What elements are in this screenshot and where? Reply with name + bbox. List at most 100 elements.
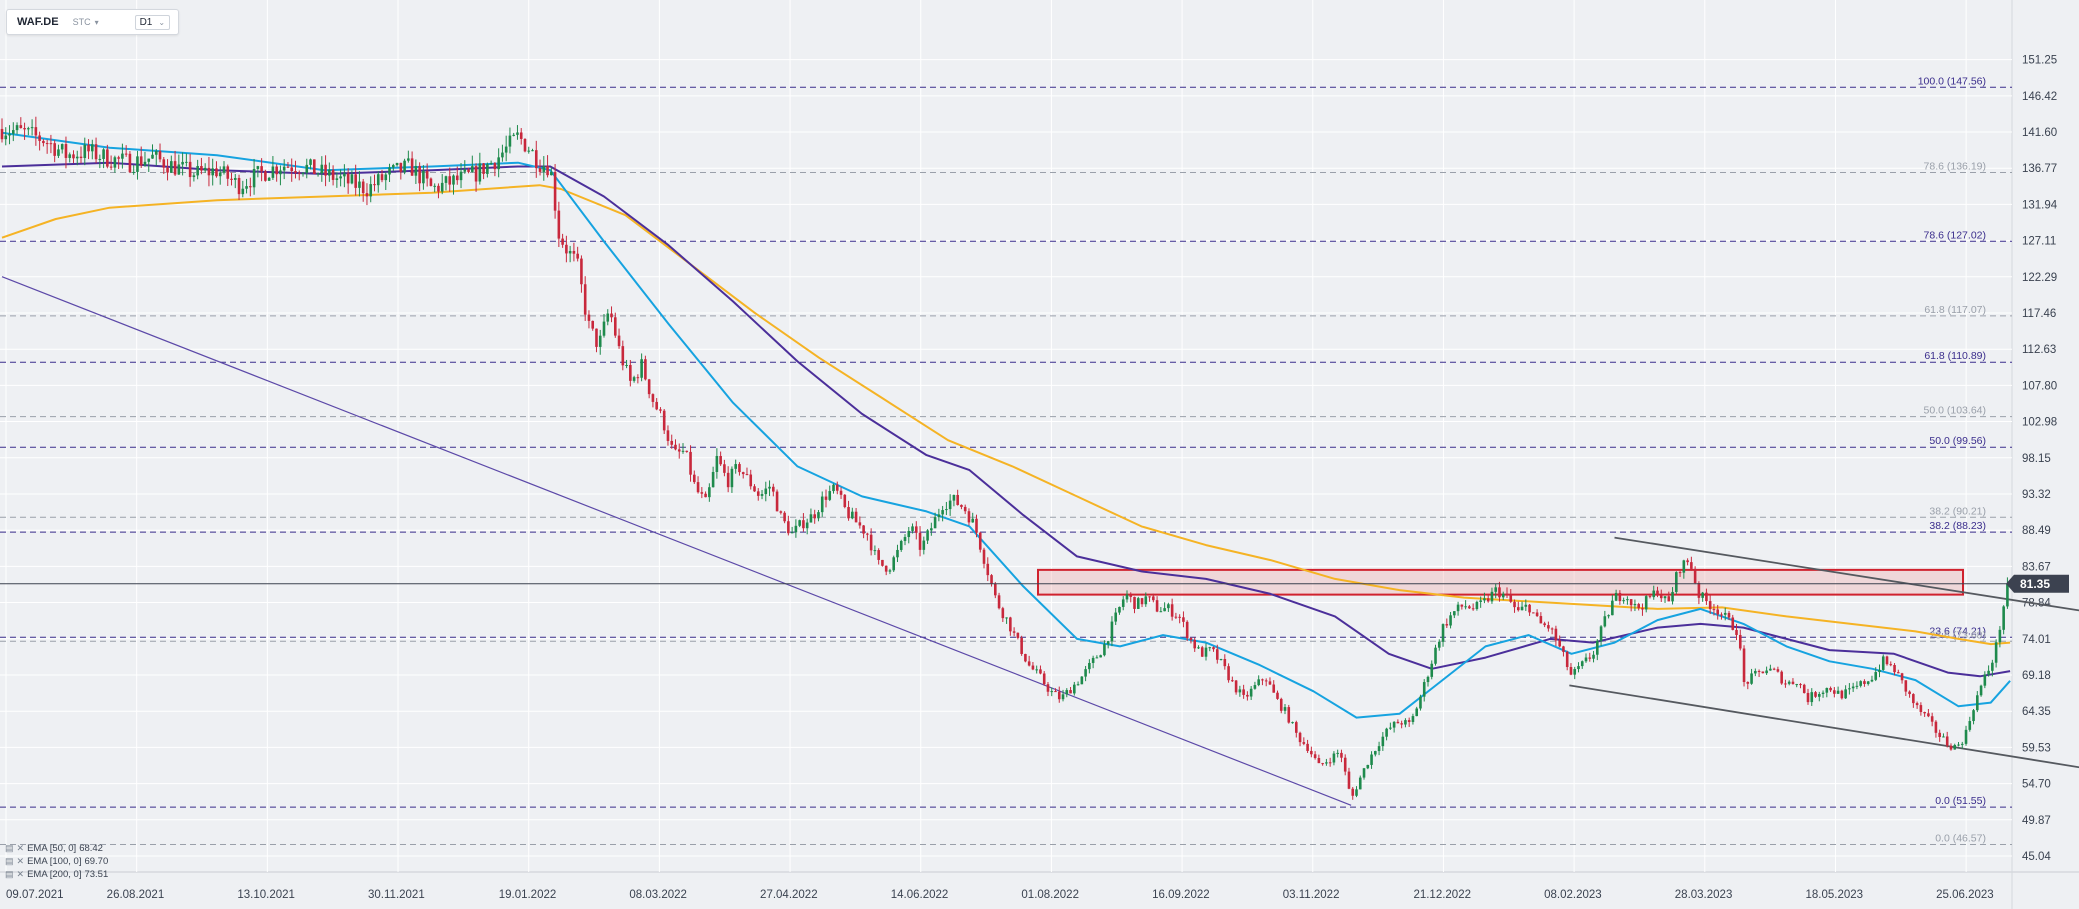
candle-body [1430,663,1434,677]
candle-body [143,161,147,166]
candle-body [756,491,760,496]
candle-body [1565,651,1569,668]
candle-body [380,174,384,181]
indicator-ema50[interactable]: ▤ ✕ EMA [50, 0] 68.42 [5,842,108,855]
candle-body [373,184,376,186]
close-icon[interactable]: ✕ [17,855,25,868]
candle-body [1663,596,1667,599]
candle-body [903,537,907,541]
candle-body [486,164,489,174]
y-tick-label: 141.60 [2022,127,2057,139]
candle-body [832,484,835,492]
candle-body [1603,616,1607,627]
candle-body [102,149,105,159]
settings-icon[interactable]: ▤ [5,842,14,855]
candle-body [162,159,166,168]
settings-icon[interactable]: ▤ [5,868,14,881]
candle-body [196,166,199,176]
candle-body [1957,744,1960,746]
candle-body [19,125,23,129]
close-icon[interactable]: ✕ [17,842,25,855]
candle-body [1949,745,1953,750]
interval-dropdown[interactable]: D1 ⌄ [134,14,171,30]
price-chart[interactable]: 151.25 146.42 141.60 136.77 131.94 127.11 122.… [0,0,2079,909]
candle-body [1016,632,1020,638]
candle-body [106,149,109,167]
candle-body [670,440,674,445]
indicator-ema200[interactable]: ▤ ✕ EMA [200, 0] 73.51 [5,868,108,881]
candle-body [376,174,380,186]
symbol-label[interactable]: WAF.DE [17,16,59,28]
candle-body [1652,590,1656,598]
candle-body [448,176,452,185]
candle-body [922,540,926,550]
settings-icon[interactable]: ▤ [5,855,14,868]
candle-body [1479,600,1482,602]
candle-body [794,525,798,533]
candle-body [64,144,68,158]
candle-body [696,482,700,493]
fib-level-label: 38.2 (88.23) [1929,520,1986,532]
indicator-value: 68.42 [79,843,103,854]
candle-body [768,486,771,489]
candle-body [978,532,982,550]
candle-body [207,167,211,176]
candle-body [136,156,139,172]
candle-body [704,493,707,498]
candle-body [572,250,576,254]
candle-body [994,583,997,596]
current-price-label: 81.35 [2020,577,2050,591]
candle-body [1103,644,1106,656]
x-tick-label: 08.02.2023 [1544,889,1602,901]
indicator-value: 69.70 [84,856,109,867]
candle-body [414,165,418,176]
candle-body [659,409,662,411]
y-tick-label: 102.98 [2022,417,2057,429]
candle-body [1701,592,1704,598]
candle-body [1904,680,1908,692]
candle-body [734,464,737,469]
candle-body [1407,720,1411,722]
candle-body [418,165,421,184]
candle-body [1908,691,1911,695]
candle-body [1313,754,1317,759]
instrument-type-dropdown[interactable]: STC ▾ [73,17,99,27]
candle-body [1863,681,1866,684]
candle-body [783,512,786,522]
candle-body [945,509,948,511]
candle-body [1814,692,1817,697]
candle-body [1449,615,1452,626]
candle-body [1483,598,1486,601]
candle-body [926,530,929,541]
candle-body [1381,736,1385,747]
candle-body [858,522,862,526]
y-tick-label: 151.25 [2022,55,2057,67]
x-tick-label: 27.04.2022 [760,889,818,901]
y-tick-label: 49.87 [2022,815,2051,827]
candle-body [1219,659,1223,661]
indicator-ema100[interactable]: ▤ ✕ EMA [100, 0] 69.70 [5,855,108,868]
candle-body [1106,641,1110,645]
y-tick-label: 69.18 [2022,670,2051,682]
candle-body [501,152,504,158]
candle-body [550,172,553,176]
candle-body [57,149,60,156]
candle-body [467,169,470,172]
close-icon[interactable]: ✕ [17,868,25,881]
candle-body [1678,572,1682,574]
candle-body [1810,692,1814,703]
candle-body [1325,762,1328,764]
candle-body [350,174,354,184]
candle-body [256,166,260,169]
candle-body [2006,583,2009,607]
candle-body [1656,590,1659,596]
candle-body [1829,687,1832,691]
candle-body [542,166,546,172]
candle-body [1434,647,1437,664]
candle-body [918,532,922,550]
candle-body [1769,668,1772,671]
candle-body [636,377,640,379]
candle-body [1569,667,1573,675]
candle-body [271,166,275,178]
candle-body [286,166,290,168]
